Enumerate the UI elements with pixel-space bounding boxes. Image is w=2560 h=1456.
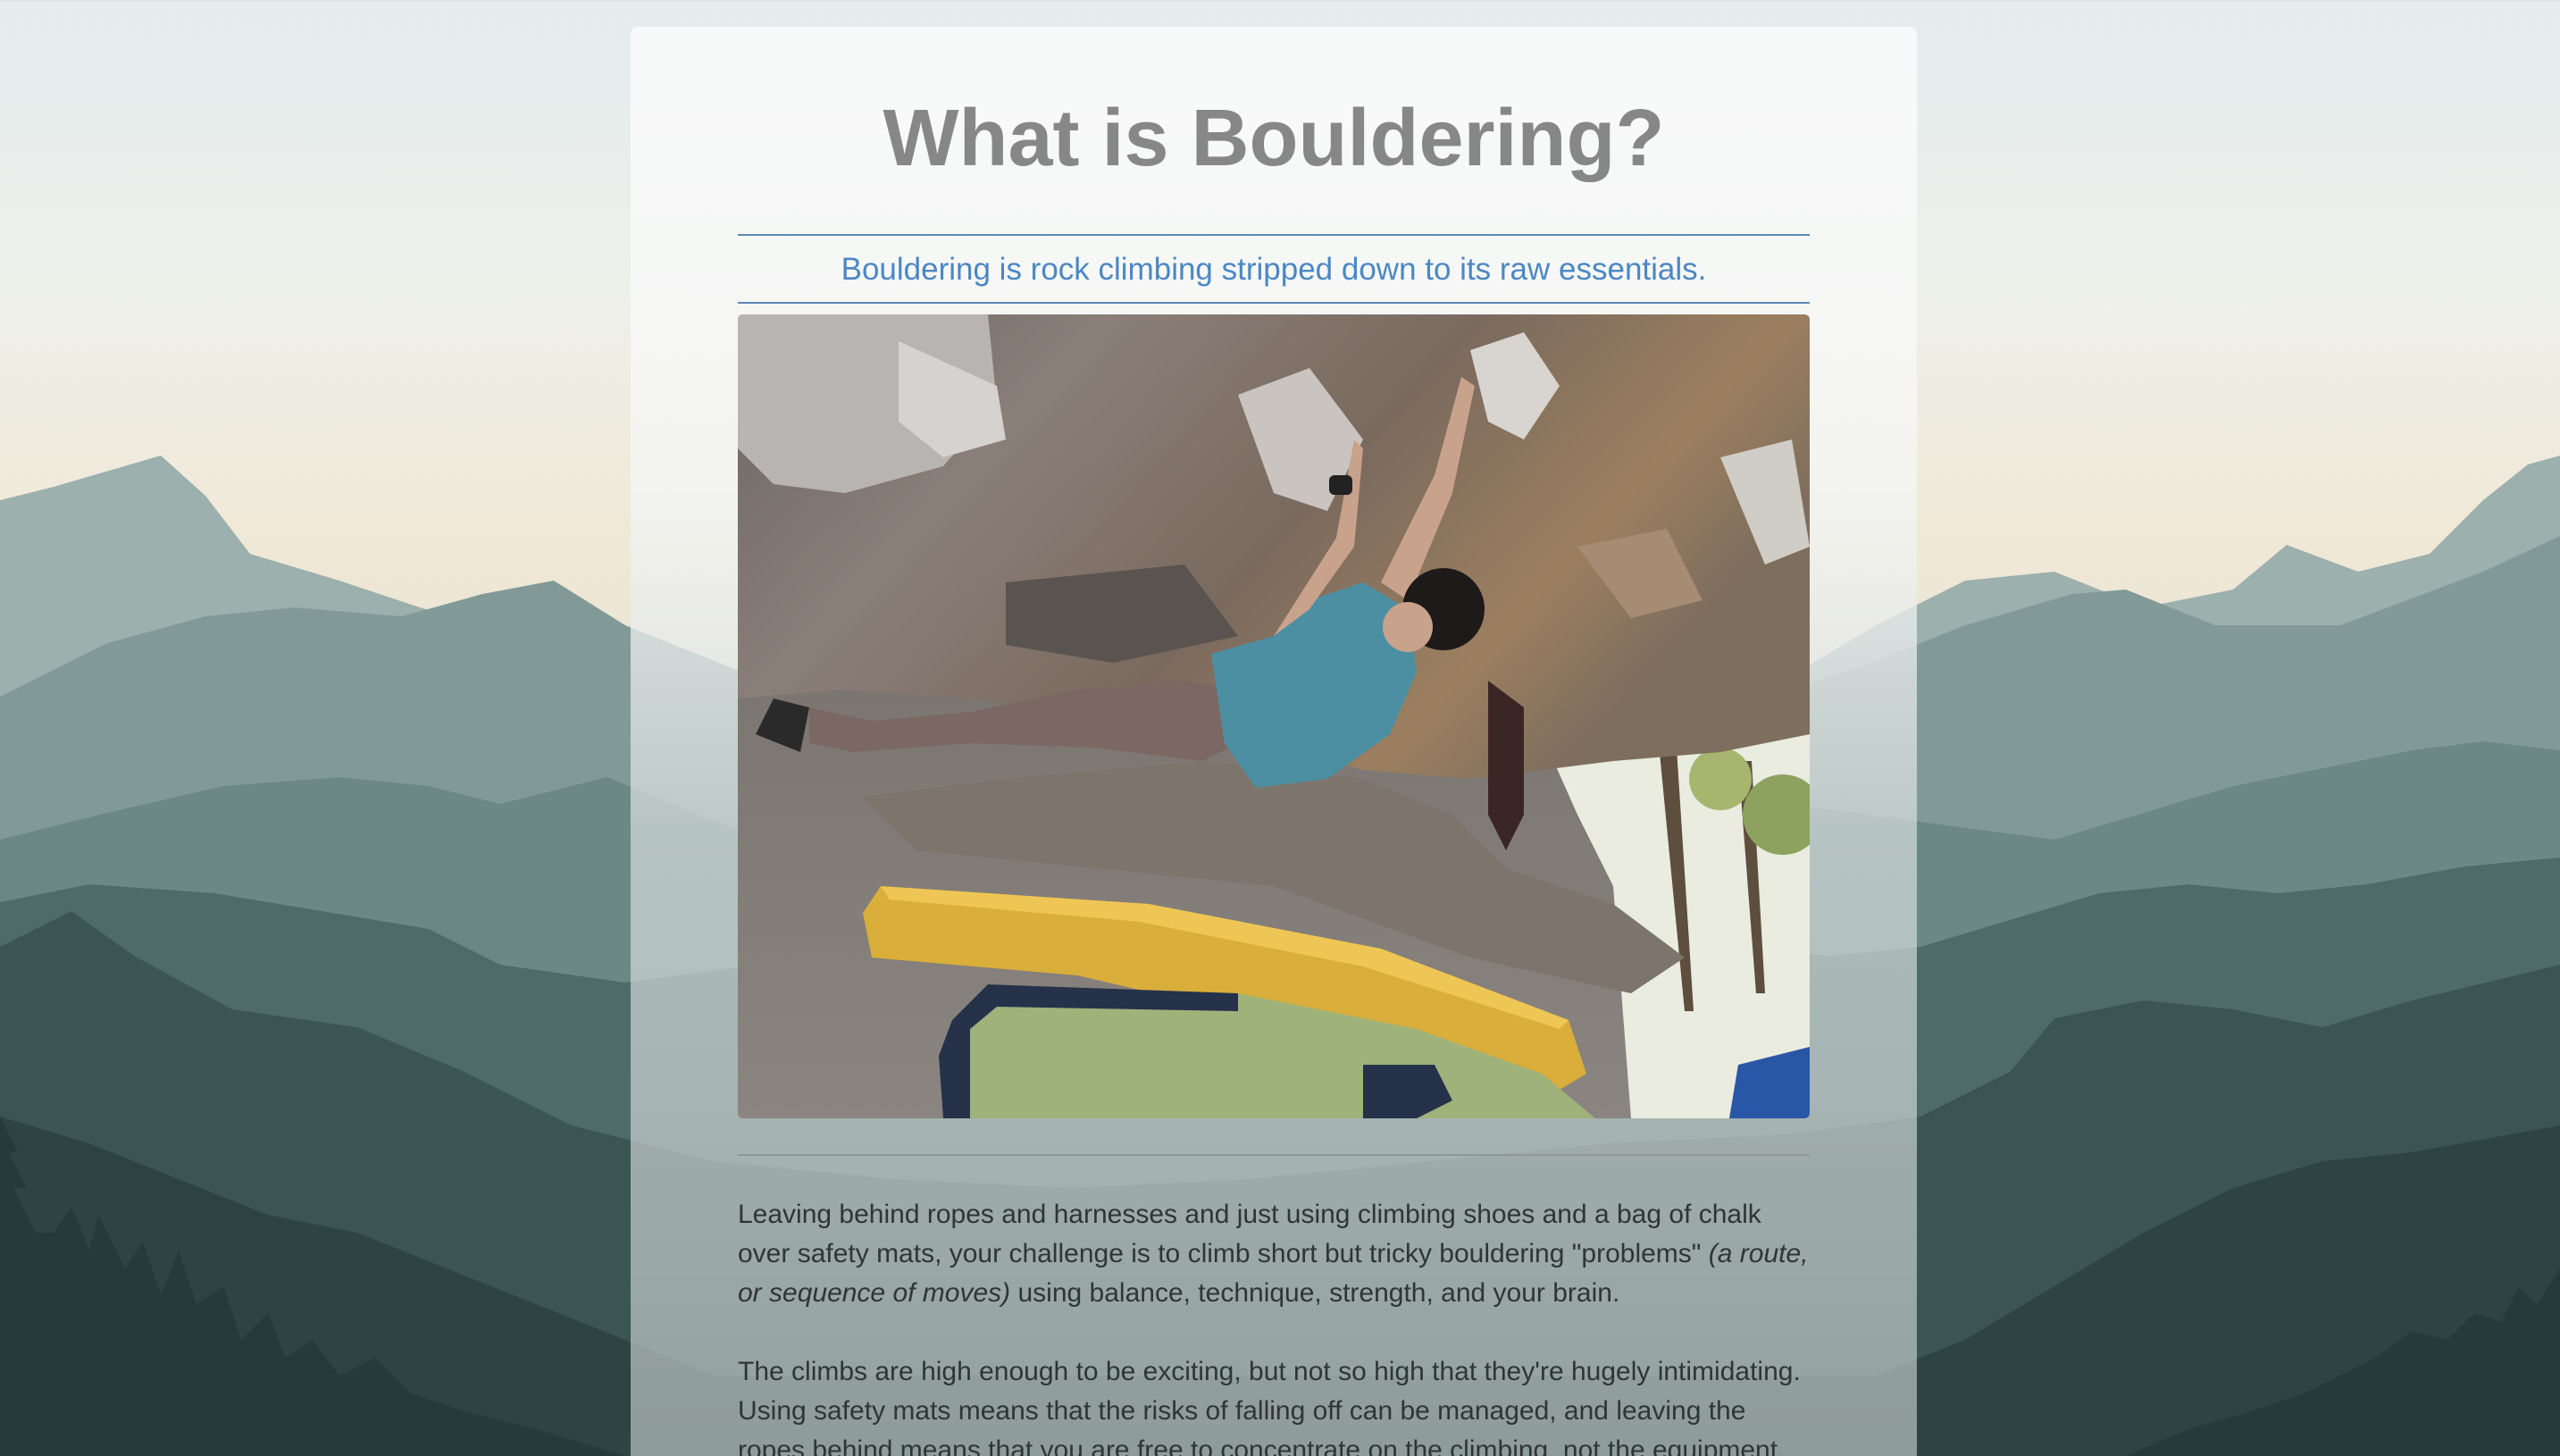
content-card: What is Bouldering? Bouldering is rock c… (631, 27, 1917, 1456)
page-title: What is Bouldering? (883, 94, 1665, 183)
hero-photo (738, 314, 1810, 1118)
intro-text-end: using balance, technique, strength, and … (1010, 1278, 1620, 1308)
image-divider (738, 1154, 1810, 1156)
page-subtitle: Bouldering is rock climbing stripped dow… (841, 252, 1707, 287)
bouldering-photo (738, 314, 1810, 1118)
title-divider (738, 234, 1810, 236)
intro-paragraph: Leaving behind ropes and harnesses and j… (738, 1195, 1810, 1313)
subtitle-divider (738, 302, 1810, 304)
intro-text: Leaving behind ropes and harnesses and j… (738, 1200, 1761, 1268)
second-paragraph: The climbs are high enough to be excitin… (738, 1357, 1801, 1456)
